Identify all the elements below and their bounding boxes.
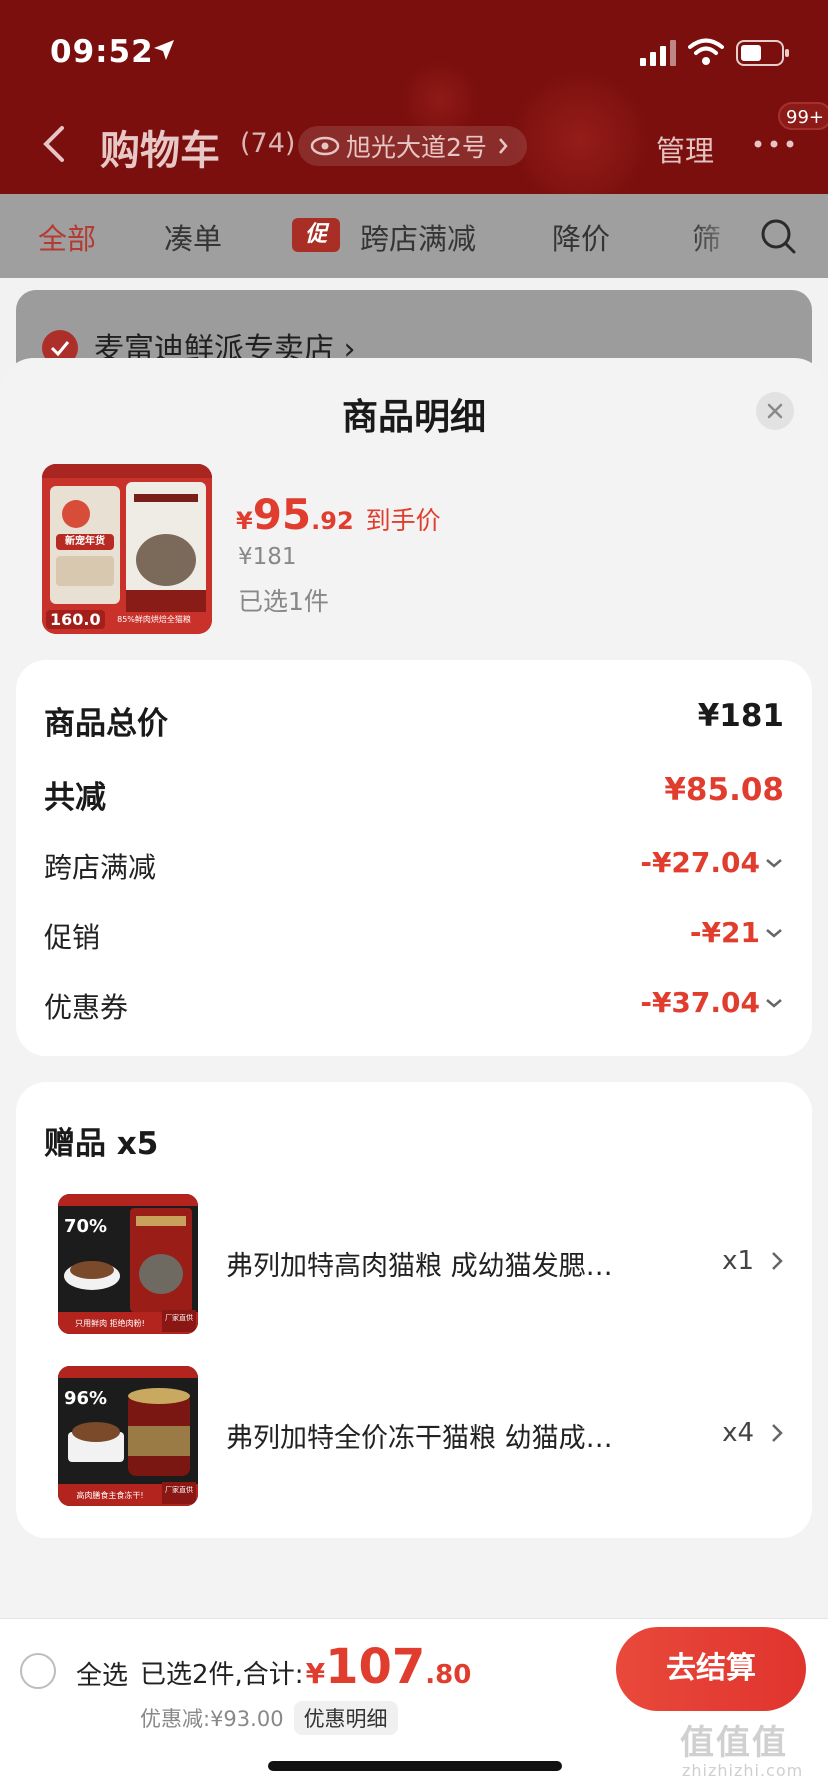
gift-image-caption: 只用鲜肉 拒绝肉粉!: [75, 1319, 145, 1328]
price-integer: 95: [252, 490, 312, 539]
image-tag-text: 新宠年货: [65, 536, 105, 547]
gift-image: 96% 高肉膳食主食冻干! 厂家直供: [58, 1366, 198, 1506]
discount-row-coupon[interactable]: 优惠券 -¥37.04: [44, 986, 784, 1030]
discount-value: -¥27.04: [640, 846, 760, 879]
discount-label: 促销: [44, 921, 101, 954]
image-caption: 85%鲜肉烘焙全猫粮: [117, 615, 191, 624]
total-price-label: 商品总价: [44, 706, 168, 742]
tab-bundle[interactable]: 凑单: [164, 216, 222, 258]
discount-label: 跨店满减: [44, 851, 157, 884]
cart-total: 已选2件,合计: ¥ 107 .80: [140, 1639, 471, 1695]
gift-product-image: [58, 1194, 198, 1334]
chevron-right-icon: [498, 138, 508, 154]
header: 09:52 购物车 (74) 旭光大道2号 管理 99+: [0, 0, 828, 194]
gift-item[interactable]: 70% 只用鲜肉 拒绝肉粉! 厂家直供 弗列加特高肉猫粮 成幼猫发腮… x1: [44, 1194, 788, 1334]
nav-bar: 购物车 (74) 旭光大道2号 管理 99+: [0, 102, 828, 180]
chevron-down-icon: [766, 998, 782, 1008]
total-summary-label: 已选2件,合计:: [140, 1660, 304, 1690]
status-bar: 09:52: [0, 0, 828, 100]
discount-info: 优惠减:¥93.00 优惠明细: [140, 1701, 398, 1735]
gift-name: 弗列加特全价冻干猫粮 幼猫成…: [226, 1423, 613, 1454]
gift-image-caption: 高肉膳食主食冻干!: [76, 1491, 144, 1500]
cellular-signal-icon: [640, 40, 676, 66]
gift-product-image: [58, 1366, 198, 1506]
address-text: 旭光大道2号: [346, 133, 487, 162]
total-currency: ¥: [305, 1657, 326, 1690]
discount-amount: 优惠减:¥93.00: [140, 1707, 284, 1731]
sheet-title: 商品明细: [341, 397, 486, 438]
home-indicator: [268, 1761, 562, 1771]
currency-symbol: ¥: [236, 507, 253, 535]
gift-image-badge: 厂家直供: [165, 1486, 193, 1494]
filter-tabs: 全部 凑单 促 跨店满减 降价 筛: [0, 194, 828, 278]
eye-icon: [310, 136, 340, 156]
discount-detail-button[interactable]: 优惠明细: [293, 1701, 398, 1735]
total-price-value: ¥181: [697, 698, 784, 734]
wifi-icon: [688, 38, 724, 65]
checkout-bar: 全选 已选2件,合计: ¥ 107 .80 优惠减:¥93.00 优惠明细 去结…: [0, 1618, 828, 1792]
gift-title: 赠品 x5: [44, 1126, 159, 1162]
total-integer: 107: [325, 1639, 426, 1695]
more-options-icon[interactable]: [752, 134, 796, 154]
total-price-row: 商品总价 ¥181: [44, 698, 784, 742]
gift-item[interactable]: 96% 高肉膳食主食冻干! 厂家直供 弗列加特全价冻干猫粮 幼猫成… x4: [44, 1366, 788, 1506]
select-all-checkbox[interactable]: [20, 1653, 56, 1689]
discount-value-wrap: -¥21: [690, 916, 784, 949]
total-reduction-row: 共减 ¥85.08: [44, 772, 784, 816]
price-decimal: .92: [311, 507, 354, 535]
battery-icon: [736, 40, 789, 66]
gift-image-percent: 96%: [64, 1388, 108, 1409]
status-time: 09:52: [50, 34, 154, 70]
product-detail-sheet: 商品明细 新宠年货 160.0 85%鲜肉烘焙全猫粮 ¥ 95 .92 到手价 …: [0, 358, 828, 1620]
price-label: 到手价: [365, 506, 441, 535]
final-price: ¥ 95 .92 到手价: [236, 490, 441, 539]
original-price: ¥181: [238, 544, 297, 570]
gift-image: 70% 只用鲜肉 拒绝肉粉! 厂家直供: [58, 1194, 198, 1334]
tab-fade: [690, 216, 750, 256]
chevron-right-icon: [772, 1252, 783, 1270]
chevron-down-icon: [766, 858, 782, 868]
chevron-down-icon: [766, 928, 782, 938]
gift-name: 弗列加特高肉猫粮 成幼猫发腮…: [226, 1251, 613, 1282]
selected-count: 已选1件: [238, 587, 329, 616]
product-image: 新宠年货 160.0 85%鲜肉烘焙全猫粮: [42, 464, 212, 634]
tab-price-drop[interactable]: 降价: [552, 216, 610, 258]
tab-cross-store-discount[interactable]: 跨店满减: [360, 216, 476, 258]
total-reduction-value: ¥85.08: [664, 772, 784, 808]
promo-tag: 促: [292, 218, 340, 252]
close-icon: [767, 403, 783, 419]
gift-quantity: x1: [722, 1246, 754, 1276]
watermark-url: zhizhizhi.com: [682, 1761, 804, 1780]
manage-button[interactable]: 管理: [656, 128, 714, 170]
image-price-text: 160.0: [46, 610, 105, 629]
gift-image-badge: 厂家直供: [165, 1314, 193, 1322]
page-title: 购物车: [100, 128, 220, 174]
chevron-right-icon: [772, 1424, 783, 1442]
gift-image-percent: 70%: [64, 1216, 108, 1237]
discount-row-promotion[interactable]: 促销 -¥21: [44, 916, 784, 960]
price-summary-card: 商品总价 ¥181 共减 ¥85.08 跨店满减 -¥27.04 促销 -¥21…: [16, 660, 812, 1056]
search-icon[interactable]: [758, 216, 798, 256]
close-button[interactable]: [756, 392, 794, 430]
select-all-label[interactable]: 全选: [76, 1655, 128, 1692]
discount-value-wrap: -¥27.04: [640, 846, 784, 879]
cart-count: (74): [240, 128, 296, 159]
checkout-button[interactable]: 去结算: [616, 1627, 806, 1711]
watermark: 值值值: [680, 1723, 788, 1763]
total-decimal: .80: [425, 1660, 472, 1690]
address-selector[interactable]: 旭光大道2号: [298, 126, 527, 166]
gift-quantity: x4: [722, 1418, 754, 1448]
discount-label: 优惠券: [44, 991, 129, 1024]
discount-value: -¥37.04: [640, 986, 760, 1019]
back-arrow-icon[interactable]: [40, 124, 66, 164]
location-arrow-icon: [154, 40, 174, 60]
discount-value-wrap: -¥37.04: [640, 986, 784, 1019]
total-reduction-label: 共减: [44, 780, 106, 816]
gift-card: 赠品 x5 70% 只用鲜肉 拒绝肉粉! 厂家直供 弗列加特高肉猫粮 成幼猫发腮…: [16, 1082, 812, 1538]
tab-all[interactable]: 全部: [38, 216, 96, 258]
discount-value: -¥21: [689, 916, 760, 949]
message-badge: 99+: [778, 102, 828, 130]
discount-row-cross-store[interactable]: 跨店满减 -¥27.04: [44, 846, 784, 890]
